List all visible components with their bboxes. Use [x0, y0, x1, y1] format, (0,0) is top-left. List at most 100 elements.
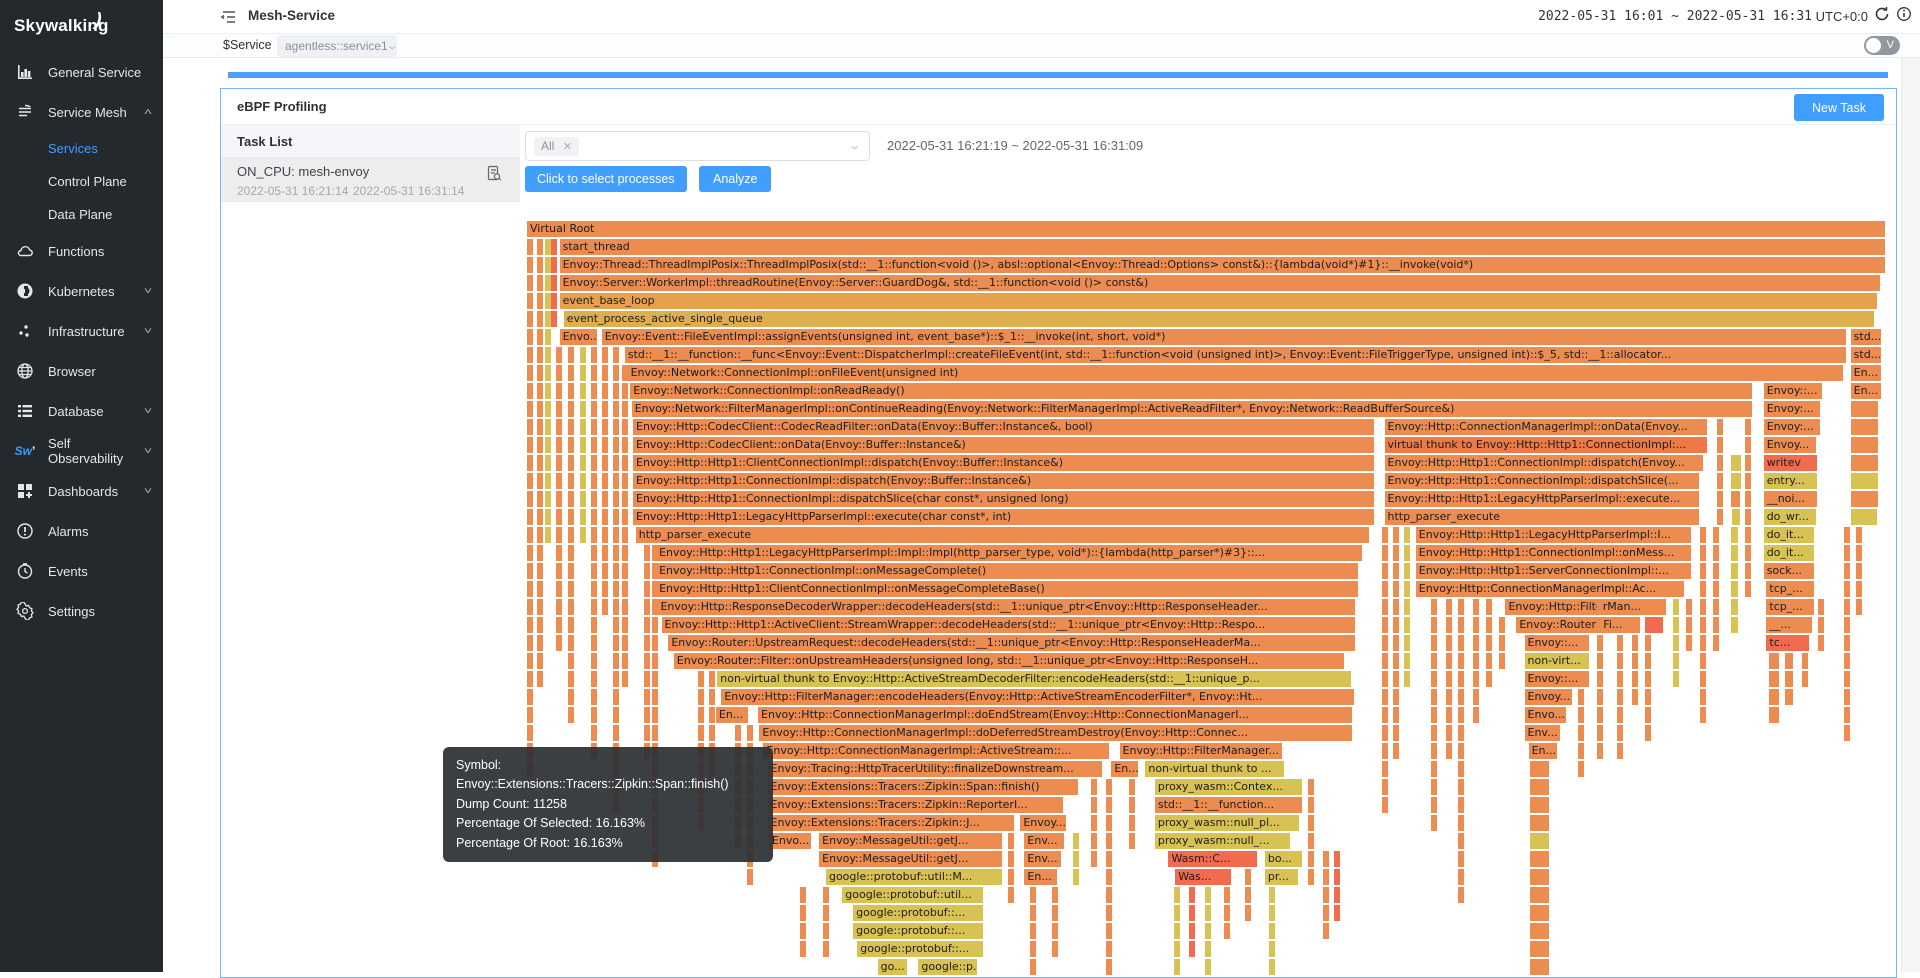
- flame-bar[interactable]: En...: [1851, 383, 1881, 399]
- flame-bar-small[interactable]: [1731, 455, 1741, 471]
- flame-bar-small[interactable]: [602, 491, 608, 507]
- flame-bar-small[interactable]: [1851, 473, 1879, 489]
- flame-bar-small[interactable]: [1785, 689, 1792, 705]
- flame-bar[interactable]: Envoy::Http::Http1::ActiveClient::Stream…: [662, 617, 1355, 633]
- flame-bar-small[interactable]: [613, 401, 619, 417]
- flame-bar-small[interactable]: [537, 617, 543, 633]
- flame-bar-small[interactable]: [556, 599, 562, 615]
- sidebar-item-database[interactable]: Database˅: [0, 391, 163, 431]
- flame-bar-small[interactable]: [644, 581, 650, 597]
- flame-bar-small[interactable]: [545, 383, 551, 399]
- flame-bar-small[interactable]: [1473, 617, 1479, 633]
- flame-bar-small[interactable]: [613, 455, 619, 471]
- flame-bar-small[interactable]: [527, 635, 533, 651]
- flame-bar-small[interactable]: [1052, 905, 1058, 921]
- flame-bar[interactable]: do_wr...: [1764, 509, 1816, 525]
- flame-bar-small[interactable]: [1224, 887, 1230, 903]
- flame-bar-small[interactable]: [551, 275, 557, 291]
- flame-bar-small[interactable]: [1269, 941, 1275, 957]
- flame-bar-small[interactable]: [1308, 815, 1314, 831]
- flame-bar-small[interactable]: [1530, 905, 1549, 921]
- flame-bar-small[interactable]: [652, 671, 658, 687]
- flame-bar-small[interactable]: [568, 635, 574, 651]
- flame-bar-small[interactable]: [1717, 437, 1723, 453]
- flame-bar-small[interactable]: [1700, 599, 1706, 615]
- flame-bar[interactable]: Envoy::...: [1764, 383, 1823, 399]
- flame-bar[interactable]: proxy_wasm::null_pl...: [1155, 815, 1299, 831]
- flame-bar-small[interactable]: [545, 365, 551, 381]
- flame-bar-small[interactable]: [613, 365, 619, 381]
- flame-bar-small[interactable]: [602, 347, 608, 363]
- sidebar-item-browser[interactable]: Browser: [0, 351, 163, 391]
- flame-bar-small[interactable]: [537, 491, 543, 507]
- flame-bar-small[interactable]: [1431, 743, 1437, 759]
- flame-bar-small[interactable]: [652, 581, 658, 597]
- flame-bar-small[interactable]: [1174, 941, 1180, 957]
- flame-bar-small[interactable]: [1205, 905, 1211, 921]
- flame-bar-small[interactable]: [1382, 617, 1388, 633]
- flame-bar-small[interactable]: [1713, 599, 1719, 615]
- flame-bar-small[interactable]: [1030, 887, 1036, 903]
- flame-bar-small[interactable]: [1844, 563, 1850, 579]
- flame-bar-small[interactable]: [613, 599, 619, 615]
- flame-bar[interactable]: virtual thunk to Envoy::Http::Http1::Con…: [1385, 437, 1707, 453]
- flame-bar[interactable]: Envoy::Event::FileEventImpl::assignEvent…: [602, 329, 1846, 345]
- flame-bar[interactable]: Env...: [1024, 833, 1064, 849]
- flame-bar-small[interactable]: [1499, 653, 1505, 669]
- flame-bar-small[interactable]: [1686, 599, 1692, 615]
- flame-bar-small[interactable]: [602, 401, 608, 417]
- flame-bar-small[interactable]: [556, 635, 562, 651]
- flame-bar-small[interactable]: [551, 293, 557, 309]
- flame-bar-small[interactable]: [1189, 941, 1195, 957]
- flame-bar-small[interactable]: [1323, 851, 1329, 867]
- flame-bar-small[interactable]: [613, 545, 619, 561]
- flame-bar-small[interactable]: [556, 473, 562, 489]
- flame-bar-small[interactable]: [1732, 509, 1739, 525]
- flame-bar[interactable]: std::__1::__function::__func<Envoy::Even…: [625, 347, 1846, 363]
- flame-bar-small[interactable]: [1632, 635, 1638, 651]
- flame-bar-small[interactable]: [568, 617, 574, 633]
- flame-bar-small[interactable]: [545, 275, 551, 291]
- flame-bar-small[interactable]: [1769, 671, 1779, 687]
- flame-bar-small[interactable]: [1717, 473, 1723, 489]
- flame-bar-small[interactable]: [602, 581, 608, 597]
- flame-bar-small[interactable]: [823, 941, 829, 957]
- flame-bar-small[interactable]: [537, 545, 543, 561]
- flame-bar[interactable]: Envoy::Thread::ThreadImplPosix::ThreadIm…: [560, 257, 1885, 273]
- flame-bar[interactable]: entry...: [1764, 473, 1817, 489]
- flame-bar-small[interactable]: [527, 401, 533, 417]
- flame-bar-small[interactable]: [1713, 527, 1719, 543]
- flame-bar-small[interactable]: [527, 419, 533, 435]
- flame-bar-small[interactable]: [709, 689, 715, 705]
- flame-bar-small[interactable]: [1597, 689, 1603, 705]
- flame-bar-small[interactable]: [1530, 851, 1549, 867]
- flame-bar-small[interactable]: [1597, 653, 1603, 669]
- flame-bar-small[interactable]: [537, 599, 543, 615]
- flame-bar-small[interactable]: [1645, 653, 1651, 669]
- flame-bar[interactable]: Envoy::...: [1525, 671, 1589, 687]
- flame-bar-small[interactable]: [1713, 563, 1719, 579]
- flame-bar[interactable]: Envoy::Http::FilterManager::encodeHeader…: [721, 689, 1353, 705]
- flame-bar-small[interactable]: [613, 383, 619, 399]
- flame-bar[interactable]: google::protobuf::util...: [842, 887, 982, 903]
- flame-bar[interactable]: Envoy::Http::CodecClient::CodecReadFilte…: [633, 419, 1374, 435]
- flame-bar-small[interactable]: [1393, 545, 1399, 561]
- flame-bar[interactable]: __...: [1766, 617, 1811, 633]
- flame-bar-small[interactable]: [1473, 671, 1479, 687]
- sidebar-item-settings[interactable]: Settings: [0, 591, 163, 631]
- flame-bar-small[interactable]: [602, 455, 608, 471]
- flame-bar-small[interactable]: [568, 671, 574, 687]
- flame-bar-small[interactable]: [644, 617, 650, 633]
- flame-bar[interactable]: event_process_active_single_queue: [564, 311, 1874, 327]
- flame-bar-small[interactable]: [1404, 635, 1410, 651]
- flame-bar-small[interactable]: [1700, 581, 1706, 597]
- flame-bar-small[interactable]: [1717, 455, 1723, 471]
- flame-bar-small[interactable]: [1617, 707, 1623, 723]
- flame-bar-small[interactable]: [1745, 473, 1751, 489]
- flame-bar-small[interactable]: [1856, 563, 1862, 579]
- flame-bar-small[interactable]: [1382, 743, 1388, 759]
- flame-bar-small[interactable]: [1486, 617, 1492, 633]
- flame-bar-small[interactable]: [1129, 815, 1135, 831]
- flame-bar-small[interactable]: [644, 635, 650, 651]
- flame-bar-small[interactable]: [1382, 689, 1388, 705]
